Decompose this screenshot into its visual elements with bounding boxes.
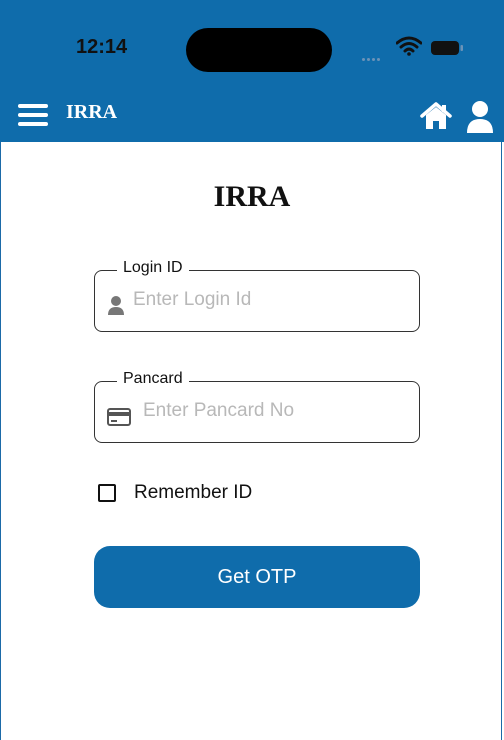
get-otp-button[interactable]: Get OTP <box>94 546 420 608</box>
home-icon[interactable] <box>420 102 452 130</box>
app-header: 12:14 IRRA <box>0 0 504 142</box>
person-icon <box>108 296 124 315</box>
dynamic-island <box>186 28 332 72</box>
pancard-field: Pancard <box>94 370 420 443</box>
status-time: 12:14 <box>76 36 128 58</box>
pancard-label: Pancard <box>117 370 189 388</box>
user-profile-icon[interactable] <box>466 100 494 134</box>
pancard-input[interactable] <box>143 396 413 426</box>
login-id-label: Login ID <box>117 259 189 277</box>
hamburger-menu-icon[interactable] <box>18 104 48 128</box>
battery-icon <box>431 41 463 55</box>
remember-id-checkbox[interactable] <box>98 484 116 502</box>
login-id-field: Login ID <box>94 259 420 332</box>
remember-id-label: Remember ID <box>134 482 253 503</box>
wifi-icon <box>396 36 422 56</box>
login-id-input[interactable] <box>133 285 403 315</box>
page-title: IRRA <box>213 180 291 213</box>
credit-card-icon <box>107 408 131 426</box>
app-bar-title: IRRA <box>66 101 118 123</box>
signal-dots-icon <box>362 48 390 61</box>
remember-id-row[interactable]: Remember ID <box>98 482 252 504</box>
